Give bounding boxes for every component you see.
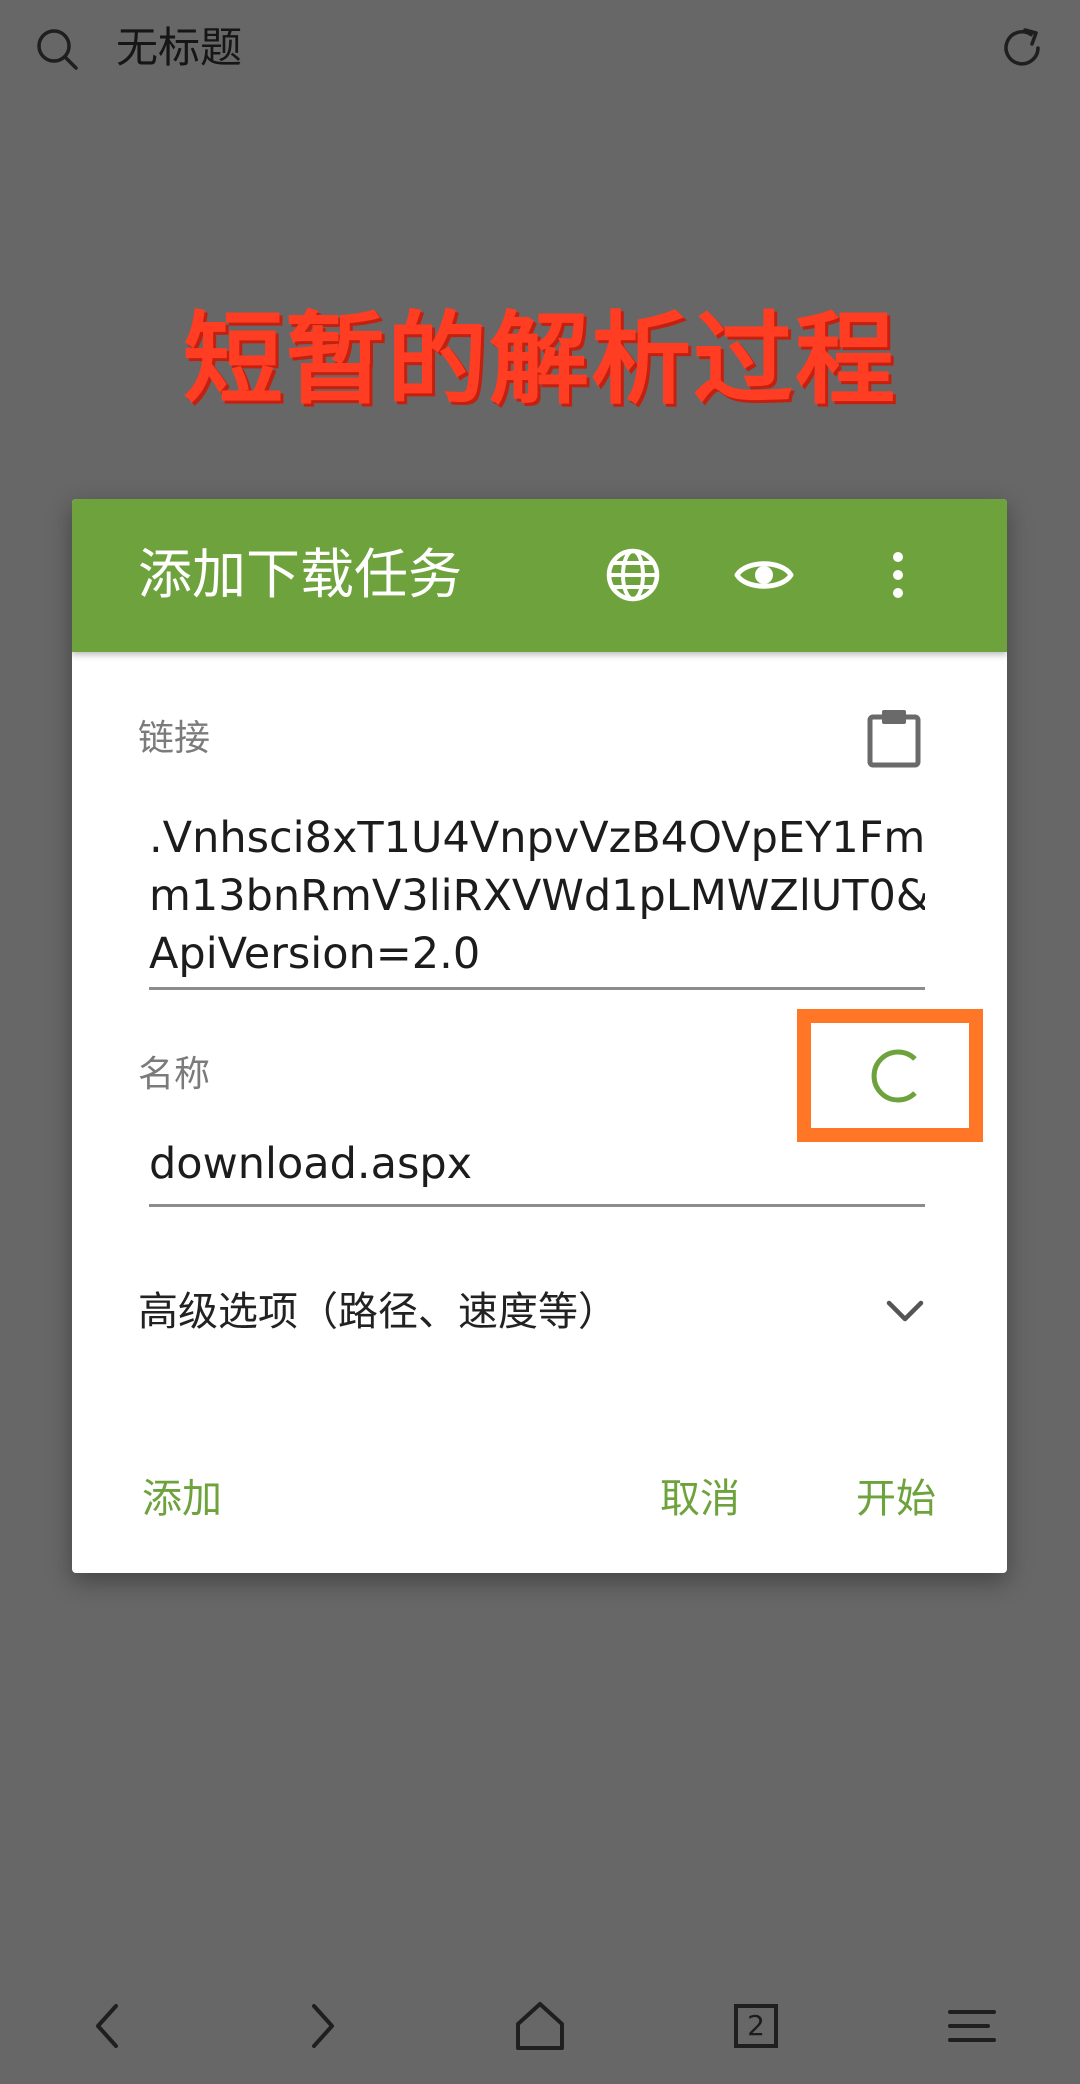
advanced-options-toggle[interactable]: 高级选项（路径、速度等） bbox=[72, 1269, 1007, 1349]
more-vert-icon[interactable] bbox=[868, 545, 928, 605]
link-value: .Vnhsci8xT1U4VnpvVzB4OVpEY1FmWEFGe m13bn… bbox=[149, 809, 925, 983]
link-value-line: m13bnRmV3liRXVWd1pLMWZlUT0& bbox=[149, 871, 925, 921]
chevron-down-icon bbox=[886, 1300, 924, 1322]
add-download-dialog: 添加下载任务 链接 .Vnhsci8xT1U4VnpvVzB4OVpEY1FmW… bbox=[72, 499, 1007, 1573]
dialog-header: 添加下载任务 bbox=[72, 499, 1007, 652]
overlay-caption: 短暂的解析过程 bbox=[183, 301, 897, 418]
tab-count: 2 bbox=[747, 2009, 765, 2042]
link-label: 链接 bbox=[138, 718, 211, 759]
bottom-navigation: 2 bbox=[0, 1978, 1080, 2074]
link-input[interactable]: .Vnhsci8xT1U4VnpvVzB4OVpEY1FmWEFGe m13bn… bbox=[149, 809, 925, 990]
name-label: 名称 bbox=[138, 1054, 211, 1095]
search-icon[interactable] bbox=[34, 26, 80, 72]
eye-icon[interactable] bbox=[734, 545, 794, 605]
forward-icon[interactable] bbox=[292, 1996, 352, 2056]
advanced-options-label: 高级选项（路径、速度等） bbox=[138, 1289, 618, 1335]
home-icon[interactable] bbox=[510, 1996, 570, 2056]
name-input[interactable]: download.aspx bbox=[149, 1124, 925, 1207]
spinner-icon bbox=[871, 1049, 917, 1103]
refresh-icon[interactable] bbox=[998, 24, 1046, 72]
name-value: download.aspx bbox=[149, 1139, 473, 1189]
clipboard-icon[interactable] bbox=[866, 707, 922, 769]
link-value-line: .Vnhsci8xT1U4VnpvVzB4OVpEY1FmWEFGe bbox=[149, 813, 925, 863]
start-button[interactable]: 开始 bbox=[852, 1471, 940, 1527]
tabs-button[interactable]: 2 bbox=[726, 1996, 786, 2056]
browser-top-bar: 无标题 bbox=[0, 0, 1080, 96]
link-value-line: ApiVersion=2.0 bbox=[149, 929, 481, 979]
cancel-button[interactable]: 取消 bbox=[656, 1471, 744, 1527]
dialog-title: 添加下载任务 bbox=[138, 543, 462, 606]
page-title[interactable]: 无标题 bbox=[116, 20, 242, 76]
menu-icon[interactable] bbox=[942, 1996, 1002, 2056]
add-button[interactable]: 添加 bbox=[138, 1471, 226, 1527]
globe-icon[interactable] bbox=[603, 545, 663, 605]
back-icon[interactable] bbox=[78, 1996, 138, 2056]
